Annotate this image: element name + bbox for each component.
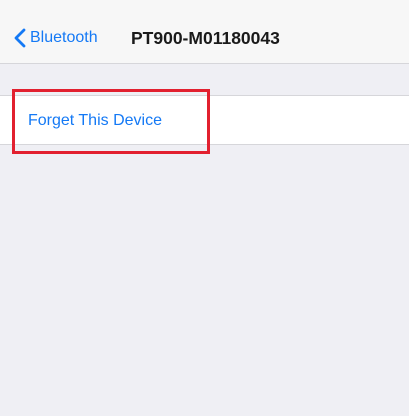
forget-device-label: Forget This Device: [28, 112, 162, 129]
chevron-left-icon: [14, 28, 26, 48]
page-title: PT900-M01180043: [131, 28, 280, 48]
navigation-bar: Bluetooth PT900-M01180043: [0, 0, 409, 64]
back-button-label: Bluetooth: [30, 29, 98, 46]
back-button[interactable]: Bluetooth: [14, 27, 98, 49]
forget-device-button[interactable]: Forget This Device: [0, 95, 409, 145]
